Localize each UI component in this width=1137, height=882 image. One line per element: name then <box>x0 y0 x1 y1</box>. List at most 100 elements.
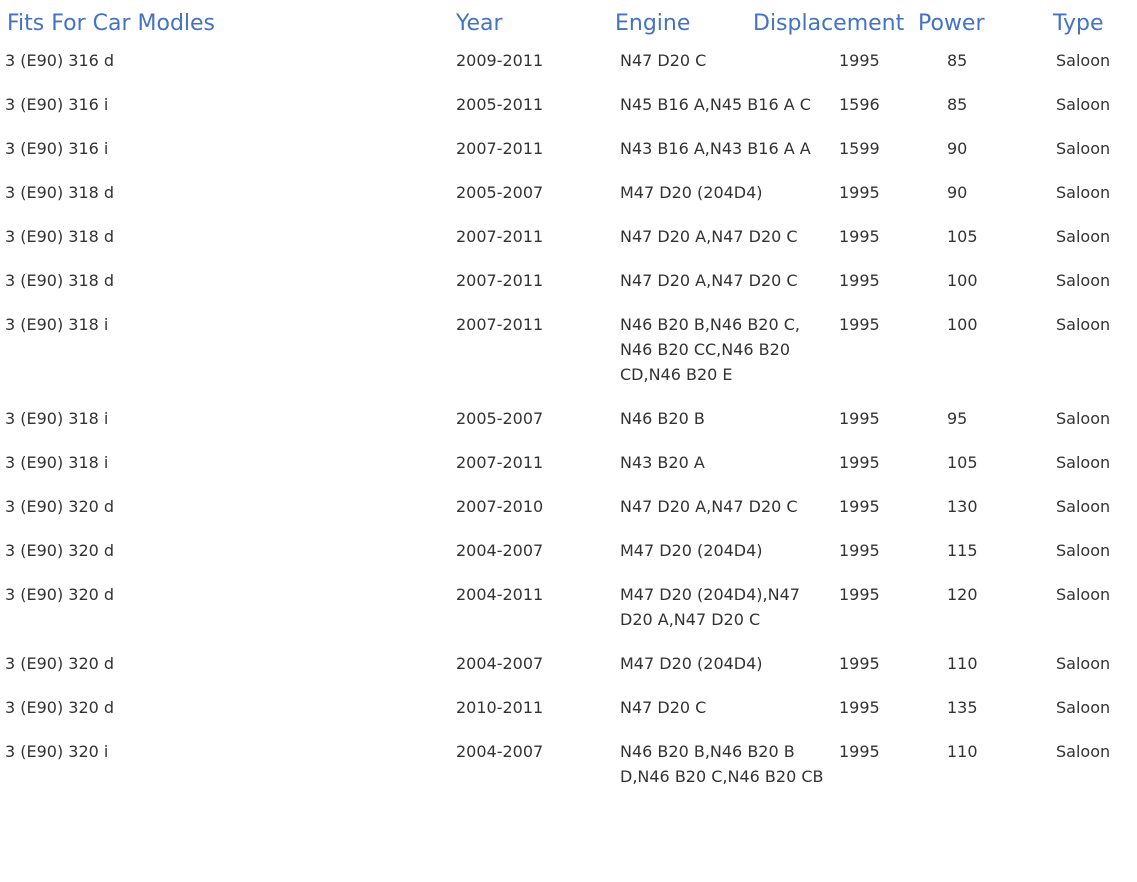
cell-type: Saloon <box>1056 585 1111 604</box>
cell-type: Saloon <box>1056 51 1111 70</box>
table-row: 3 (E90) 316 i 2007-2011 N43 B16 A,N43 B1… <box>0 134 1137 178</box>
table-row: 3 (E90) 316 i 2005-2011 N45 B16 A,N45 B1… <box>0 90 1137 134</box>
cell-power: 110 <box>947 742 978 761</box>
cell-model: 3 (E90) 318 i <box>5 315 109 334</box>
cell-type: Saloon <box>1056 271 1111 290</box>
cell-model: 3 (E90) 318 d <box>5 271 115 290</box>
cell-engine: M47 D20 (204D4) <box>620 541 763 560</box>
cell-model: 3 (E90) 320 d <box>5 698 115 717</box>
cell-displacement: 1995 <box>839 654 880 673</box>
cell-type: Saloon <box>1056 541 1111 560</box>
cell-type: Saloon <box>1056 409 1111 428</box>
cell-displacement: 1995 <box>839 453 880 472</box>
cell-year: 2007-2011 <box>456 227 544 246</box>
cell-model: 3 (E90) 320 d <box>5 585 115 604</box>
cell-year: 2009-2011 <box>456 51 544 70</box>
table-row: 3 (E90) 318 i 2005-2007 N46 B20 B 1995 9… <box>0 404 1137 448</box>
cell-power: 135 <box>947 698 978 717</box>
cell-model: 3 (E90) 318 d <box>5 183 115 202</box>
fitment-table: Fits For Car Modles Year Engine Displace… <box>0 6 1137 806</box>
table-row: 3 (E90) 320 d 2004-2011 M47 D20 (204D4),… <box>0 580 1137 649</box>
cell-power: 115 <box>947 541 978 560</box>
table-row: 3 (E90) 320 i 2004-2007 N46 B20 B,N46 B2… <box>0 737 1137 806</box>
table-header-row: Fits For Car Modles Year Engine Displace… <box>0 6 1137 46</box>
cell-type: Saloon <box>1056 139 1111 158</box>
cell-type: Saloon <box>1056 183 1111 202</box>
header-model: Fits For Car Modles <box>7 11 216 36</box>
cell-model: 3 (E90) 316 d <box>5 51 115 70</box>
cell-power: 100 <box>947 271 978 290</box>
table-row: 3 (E90) 318 d 2007-2011 N47 D20 A,N47 D2… <box>0 222 1137 266</box>
cell-type: Saloon <box>1056 742 1111 761</box>
cell-displacement: 1995 <box>839 271 880 290</box>
cell-power: 95 <box>947 409 968 428</box>
header-displacement: Displacement <box>753 11 905 36</box>
cell-engine: N47 D20 A,N47 D20 C <box>620 271 798 290</box>
cell-power: 130 <box>947 497 978 516</box>
table-row: 3 (E90) 320 d 2010-2011 N47 D20 C 1995 1… <box>0 693 1137 737</box>
cell-year: 2007-2010 <box>456 497 544 516</box>
cell-model: 3 (E90) 320 d <box>5 497 115 516</box>
cell-power: 100 <box>947 315 978 334</box>
cell-power: 90 <box>947 139 968 158</box>
cell-model: 3 (E90) 320 d <box>5 654 115 673</box>
cell-engine: N43 B20 A <box>620 453 705 472</box>
cell-displacement: 1596 <box>839 95 880 114</box>
cell-power: 85 <box>947 95 968 114</box>
cell-type: Saloon <box>1056 497 1111 516</box>
cell-model: 3 (E90) 320 d <box>5 541 115 560</box>
cell-power: 105 <box>947 453 978 472</box>
cell-type: Saloon <box>1056 698 1111 717</box>
cell-year: 2005-2007 <box>456 183 544 202</box>
cell-engine: M47 D20 (204D4),N47 D20 A,N47 D20 C <box>620 585 800 629</box>
cell-model: 3 (E90) 318 d <box>5 227 115 246</box>
cell-engine: N46 B20 B,N46 B20 C, N46 B20 CC,N46 B20 … <box>620 315 800 384</box>
cell-engine: M47 D20 (204D4) <box>620 183 763 202</box>
cell-displacement: 1995 <box>839 315 880 334</box>
cell-engine: N47 D20 C <box>620 698 707 717</box>
cell-power: 90 <box>947 183 968 202</box>
cell-engine: N45 B16 A,N45 B16 A C <box>620 95 811 114</box>
header-power: Power <box>918 11 985 36</box>
cell-power: 120 <box>947 585 978 604</box>
cell-type: Saloon <box>1056 453 1111 472</box>
cell-year: 2004-2007 <box>456 541 544 560</box>
table-row: 3 (E90) 318 d 2007-2011 N47 D20 A,N47 D2… <box>0 266 1137 310</box>
header-year: Year <box>456 11 503 36</box>
cell-power: 105 <box>947 227 978 246</box>
cell-displacement: 1599 <box>839 139 880 158</box>
table-row: 3 (E90) 318 i 2007-2011 N43 B20 A 1995 1… <box>0 448 1137 492</box>
cell-year: 2007-2011 <box>456 271 544 290</box>
cell-displacement: 1995 <box>839 183 880 202</box>
cell-displacement: 1995 <box>839 227 880 246</box>
table-row: 3 (E90) 320 d 2004-2007 M47 D20 (204D4) … <box>0 649 1137 693</box>
cell-model: 3 (E90) 318 i <box>5 453 109 472</box>
cell-engine: N47 D20 A,N47 D20 C <box>620 227 798 246</box>
header-type: Type <box>1053 11 1104 36</box>
cell-year: 2007-2011 <box>456 139 544 158</box>
cell-year: 2004-2007 <box>456 654 544 673</box>
cell-engine: M47 D20 (204D4) <box>620 654 763 673</box>
table-row: 3 (E90) 318 d 2005-2007 M47 D20 (204D4) … <box>0 178 1137 222</box>
cell-type: Saloon <box>1056 654 1111 673</box>
cell-model: 3 (E90) 320 i <box>5 742 109 761</box>
cell-displacement: 1995 <box>839 541 880 560</box>
cell-year: 2004-2007 <box>456 742 544 761</box>
cell-displacement: 1995 <box>839 409 880 428</box>
cell-engine: N47 D20 C <box>620 51 707 70</box>
cell-year: 2010-2011 <box>456 698 544 717</box>
cell-displacement: 1995 <box>839 742 880 761</box>
table-row: 3 (E90) 320 d 2007-2010 N47 D20 A,N47 D2… <box>0 492 1137 536</box>
cell-power: 85 <box>947 51 968 70</box>
cell-type: Saloon <box>1056 95 1111 114</box>
cell-engine: N46 B20 B,N46 B20 B D,N46 B20 C,N46 B20 … <box>620 742 824 786</box>
cell-year: 2007-2011 <box>456 453 544 472</box>
cell-year: 2007-2011 <box>456 315 544 334</box>
cell-type: Saloon <box>1056 227 1111 246</box>
cell-year: 2004-2011 <box>456 585 544 604</box>
cell-year: 2005-2007 <box>456 409 544 428</box>
cell-displacement: 1995 <box>839 698 880 717</box>
cell-power: 110 <box>947 654 978 673</box>
cell-displacement: 1995 <box>839 51 880 70</box>
cell-type: Saloon <box>1056 315 1111 334</box>
